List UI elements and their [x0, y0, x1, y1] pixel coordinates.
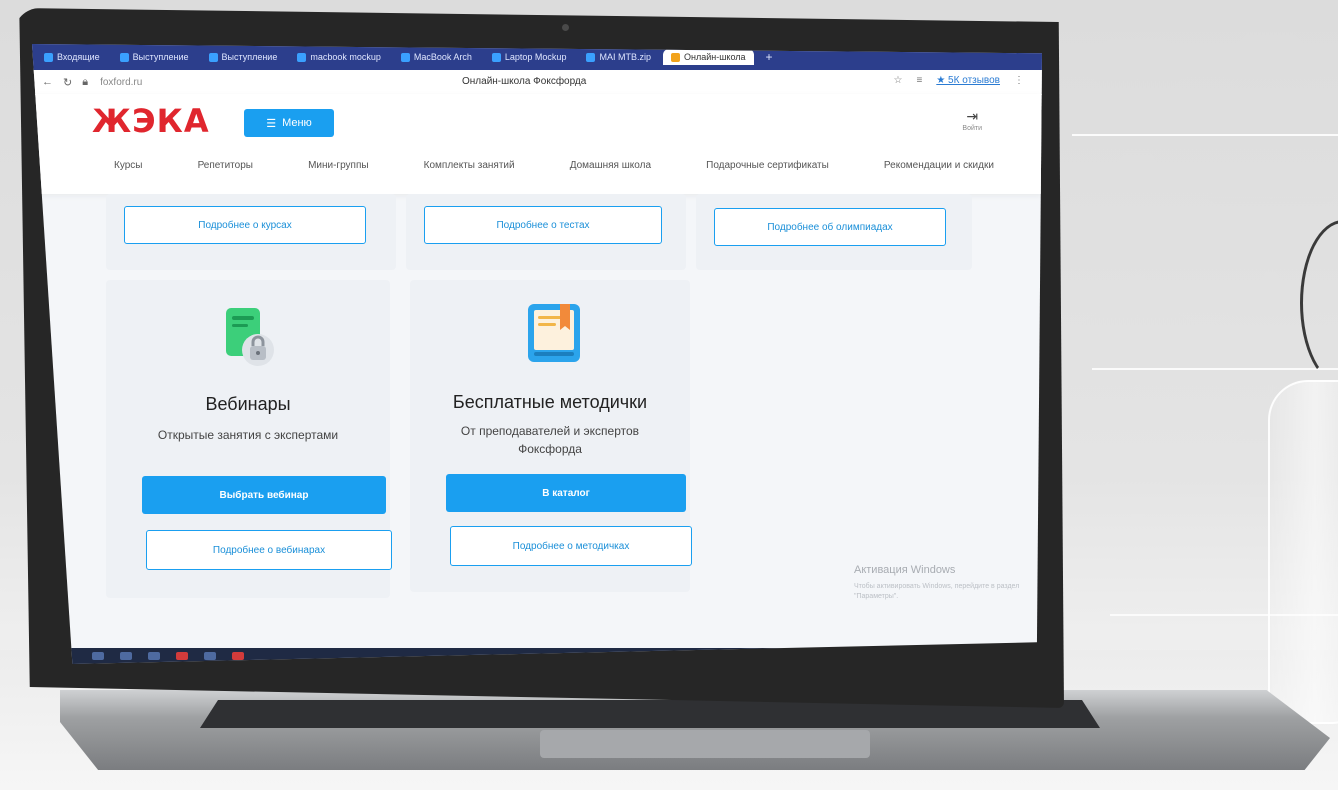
reviews-link[interactable]: ★ 5К отзывов — [936, 75, 1000, 86]
nav-item[interactable]: Курсы — [114, 160, 142, 171]
windows-activation-text: Чтобы активировать Windows, перейдите в … — [854, 583, 1020, 600]
start-icon[interactable] — [92, 652, 104, 660]
webinar-lock-icon — [224, 306, 276, 370]
book-bookmark-icon — [524, 300, 584, 366]
olympiads-card-partial: Подробнее об олимпиадах — [696, 194, 972, 270]
taskbar-app-icon[interactable] — [204, 652, 216, 660]
taskbar-app-icon[interactable] — [176, 652, 188, 660]
wall-stripe — [1092, 368, 1338, 370]
tests-card-partial: Подробнее о тестах — [406, 194, 686, 270]
browser-tab[interactable]: Входящие — [36, 49, 108, 65]
lock-icon: 🔒︎ — [82, 75, 89, 88]
url-field[interactable]: foxford.ru — [100, 77, 142, 88]
methodics-details-button[interactable]: Подробнее о методичках — [450, 526, 692, 566]
webinars-card: Вебинары Открытые занятия с экспертами В… — [106, 280, 392, 598]
nav-item[interactable]: Комплекты занятий — [424, 160, 515, 171]
tab-favicon-icon — [208, 53, 218, 63]
card-subtitle: Открытые занятия с экспертами — [157, 428, 339, 442]
back-icon[interactable]: ← — [42, 76, 53, 88]
card-title: Бесплатные методички — [452, 392, 648, 412]
choose-webinar-button[interactable]: Выбрать вебинар — [142, 476, 386, 514]
browser-tab[interactable]: Выступление — [201, 49, 286, 65]
browser-tab-active[interactable]: Онлайн-школа — [662, 48, 754, 66]
hamburger-icon: ☰ — [266, 117, 277, 130]
catalog-button[interactable]: В каталог — [446, 474, 686, 512]
wall-stripe — [1072, 134, 1338, 136]
taskbar-app-icon[interactable] — [120, 652, 132, 660]
nav-item[interactable]: Мини-группы — [308, 160, 368, 171]
webcam — [562, 24, 569, 31]
site-header: ЖЭКА ☰ Меню ⇥ Войти Курсы Репетиторы Мин… — [32, 94, 1042, 194]
tab-favicon-icon — [297, 53, 307, 63]
tab-favicon-icon — [670, 53, 680, 63]
browser-tab[interactable]: MacBook Arch — [393, 49, 480, 65]
login-icon: ⇥ — [966, 108, 979, 124]
laptop-trackpad — [540, 730, 870, 758]
menu-button[interactable]: ☰ Меню — [244, 109, 334, 137]
browser-tab[interactable]: Laptop Mockup — [484, 49, 575, 65]
nav-item[interactable]: Репетиторы — [198, 160, 253, 171]
tab-favicon-icon — [586, 53, 596, 63]
nav-item[interactable]: Подарочные сертификаты — [706, 160, 829, 171]
main-nav: Курсы Репетиторы Мини-группы Комплекты з… — [114, 160, 994, 171]
webinars-details-button[interactable]: Подробнее о вебинарах — [146, 530, 392, 570]
nav-item[interactable]: Домашняя школа — [570, 160, 651, 171]
browser-tab[interactable]: MAI MTB.zip — [578, 49, 659, 65]
site-logo[interactable]: ЖЭКА — [92, 102, 210, 140]
tests-details-button[interactable]: Подробнее о тестах — [424, 206, 662, 244]
card-subtitle: От преподавателей и экспертов Фоксфорда — [460, 424, 640, 456]
glass-vase — [1268, 380, 1338, 724]
courses-details-button[interactable]: Подробнее о курсах — [124, 206, 366, 244]
windows-activation-title: Активация Windows — [854, 564, 956, 576]
login-button[interactable]: ⇥ Войти — [962, 108, 982, 132]
tab-favicon-icon — [400, 53, 410, 63]
card-title: Вебинары — [205, 394, 291, 414]
taskbar-app-icon[interactable] — [148, 652, 160, 660]
nav-item[interactable]: Рекомендации и скидки — [884, 160, 994, 171]
page-title: Онлайн-школа Фоксфорда — [462, 76, 587, 87]
taskbar-app-icon[interactable] — [232, 652, 244, 660]
reload-icon[interactable]: ↻ — [63, 76, 72, 89]
laptop-screen: Входящие Выступление Выступление macbook… — [32, 44, 1042, 664]
olympiads-details-button[interactable]: Подробнее об олимпиадах — [714, 208, 946, 246]
methodics-card: Бесплатные методички От преподавателей и… — [410, 280, 692, 592]
branch-decoration — [1300, 220, 1338, 386]
tab-favicon-icon — [119, 53, 129, 63]
tab-favicon-icon — [44, 53, 53, 63]
browser-tab[interactable]: macbook mockup — [289, 49, 389, 65]
address-bar: ← ↻ 🔒︎ foxford.ru Онлайн-школа Фоксфорда… — [32, 70, 1042, 95]
course-card-partial: Подробнее о курсах — [106, 194, 396, 270]
menu-lines-icon[interactable]: ≡ — [916, 75, 922, 86]
bookmark-icon[interactable]: ☆ — [894, 75, 903, 86]
extensions-icon[interactable]: ⋮ — [1014, 75, 1024, 86]
browser-tab[interactable]: Выступление — [112, 49, 197, 65]
tab-favicon-icon — [491, 53, 501, 63]
